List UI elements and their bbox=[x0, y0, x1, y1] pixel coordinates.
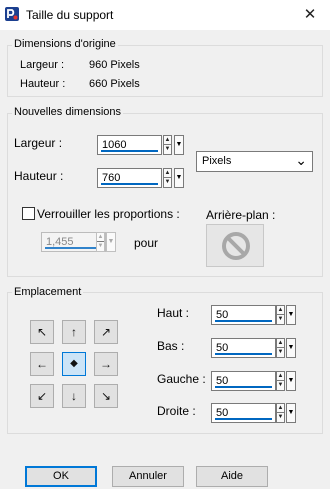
new-width-dropdown[interactable]: ▼ bbox=[174, 135, 184, 155]
anchor-top-right-button[interactable]: ↗ bbox=[94, 320, 118, 344]
right-offset-label: Droite : bbox=[157, 404, 196, 418]
original-width-value: 960 Pixels bbox=[89, 59, 140, 71]
new-width-spinner[interactable]: ▲ ▼ bbox=[163, 135, 172, 155]
spin-up-icon[interactable]: ▲ bbox=[277, 339, 284, 348]
background-swatch[interactable] bbox=[206, 224, 264, 267]
spin-up-icon[interactable]: ▲ bbox=[164, 169, 171, 178]
right-offset-underline bbox=[215, 418, 272, 420]
spin-down-icon[interactable]: ▼ bbox=[277, 348, 284, 357]
new-width-underline bbox=[101, 150, 158, 152]
anchor-bottom-left-button[interactable]: ↙ bbox=[30, 384, 54, 408]
spin-down-icon[interactable]: ▼ bbox=[97, 242, 104, 251]
placement-title: Emplacement bbox=[12, 286, 84, 298]
original-height-label: Hauteur : bbox=[20, 78, 66, 90]
ratio-underline bbox=[45, 247, 102, 249]
lock-proportions-label: Verrouiller les proportions : bbox=[37, 207, 180, 221]
unit-select[interactable]: Pixels ⌄ bbox=[196, 151, 313, 172]
anchor-top-left-button[interactable]: ↖ bbox=[30, 320, 54, 344]
spin-down-icon[interactable]: ▼ bbox=[277, 315, 284, 324]
anchor-grid: ↖ ↑ ↗ ← ◆ → ↙ ↓ ↘ bbox=[26, 316, 124, 414]
new-height-label: Hauteur : bbox=[14, 169, 64, 183]
help-button[interactable]: Aide bbox=[196, 466, 268, 487]
spin-up-icon[interactable]: ▲ bbox=[277, 372, 284, 381]
right-offset-input[interactable]: 50 bbox=[211, 403, 276, 423]
top-offset-input[interactable]: 50 bbox=[211, 305, 276, 325]
top-offset-underline bbox=[215, 320, 272, 322]
original-dimensions-title: Dimensions d'origine bbox=[12, 38, 118, 50]
unit-select-value: Pixels bbox=[202, 155, 232, 167]
left-offset-dropdown[interactable]: ▼ bbox=[286, 371, 296, 391]
ratio-spinner[interactable]: ▲ ▼ bbox=[96, 232, 105, 252]
top-offset-label: Haut : bbox=[157, 306, 190, 320]
new-dimensions-title: Nouvelles dimensions bbox=[12, 106, 123, 118]
left-offset-underline bbox=[215, 386, 272, 388]
new-height-dropdown[interactable]: ▼ bbox=[174, 168, 184, 188]
spin-up-icon[interactable]: ▲ bbox=[97, 233, 104, 242]
ratio-unit-label: pour bbox=[134, 236, 159, 250]
top-offset-dropdown[interactable]: ▼ bbox=[286, 305, 296, 325]
bottom-offset-input[interactable]: 50 bbox=[211, 338, 276, 358]
bottom-offset-dropdown[interactable]: ▼ bbox=[286, 338, 296, 358]
anchor-right-button[interactable]: → bbox=[94, 352, 118, 376]
spin-down-icon[interactable]: ▼ bbox=[277, 413, 284, 422]
anchor-bottom-button[interactable]: ↓ bbox=[62, 384, 86, 408]
new-height-input[interactable]: 760 bbox=[97, 168, 162, 188]
right-offset-spinner[interactable]: ▲ ▼ bbox=[276, 403, 285, 423]
left-offset-spinner[interactable]: ▲ ▼ bbox=[276, 371, 285, 391]
new-height-spinner[interactable]: ▲ ▼ bbox=[163, 168, 172, 188]
no-background-icon bbox=[222, 232, 250, 260]
spin-down-icon[interactable]: ▼ bbox=[277, 381, 284, 390]
ok-button[interactable]: OK bbox=[25, 466, 97, 487]
spin-up-icon[interactable]: ▲ bbox=[277, 306, 284, 315]
close-button[interactable]: ✕ bbox=[295, 4, 325, 26]
bottom-offset-spinner[interactable]: ▲ ▼ bbox=[276, 338, 285, 358]
chevron-down-icon: ⌄ bbox=[295, 152, 307, 168]
spin-up-icon[interactable]: ▲ bbox=[164, 136, 171, 145]
anchor-center-button[interactable]: ◆ bbox=[62, 352, 86, 376]
right-offset-dropdown[interactable]: ▼ bbox=[286, 403, 296, 423]
new-height-underline bbox=[101, 183, 158, 185]
spin-up-icon[interactable]: ▲ bbox=[277, 404, 284, 413]
bottom-offset-underline bbox=[215, 353, 272, 355]
new-width-label: Largeur : bbox=[14, 136, 63, 150]
original-width-label: Largeur : bbox=[20, 59, 65, 71]
app-logo-icon bbox=[5, 7, 19, 21]
anchor-left-button[interactable]: ← bbox=[30, 352, 54, 376]
spin-down-icon[interactable]: ▼ bbox=[164, 145, 171, 154]
left-offset-label: Gauche : bbox=[157, 372, 206, 386]
top-offset-spinner[interactable]: ▲ ▼ bbox=[276, 305, 285, 325]
window-title: Taille du support bbox=[26, 8, 114, 22]
spin-down-icon[interactable]: ▼ bbox=[164, 178, 171, 187]
ratio-dropdown[interactable]: ▼ bbox=[106, 232, 116, 252]
left-offset-input[interactable]: 50 bbox=[211, 371, 276, 391]
anchor-bottom-right-button[interactable]: ↘ bbox=[94, 384, 118, 408]
cancel-button[interactable]: Annuler bbox=[112, 466, 184, 487]
lock-proportions-checkbox[interactable] bbox=[22, 207, 35, 220]
new-width-input[interactable]: 1060 bbox=[97, 135, 162, 155]
bottom-offset-label: Bas : bbox=[157, 339, 185, 353]
anchor-top-button[interactable]: ↑ bbox=[62, 320, 86, 344]
original-height-value: 660 Pixels bbox=[89, 78, 140, 90]
background-label: Arrière-plan : bbox=[206, 208, 276, 222]
